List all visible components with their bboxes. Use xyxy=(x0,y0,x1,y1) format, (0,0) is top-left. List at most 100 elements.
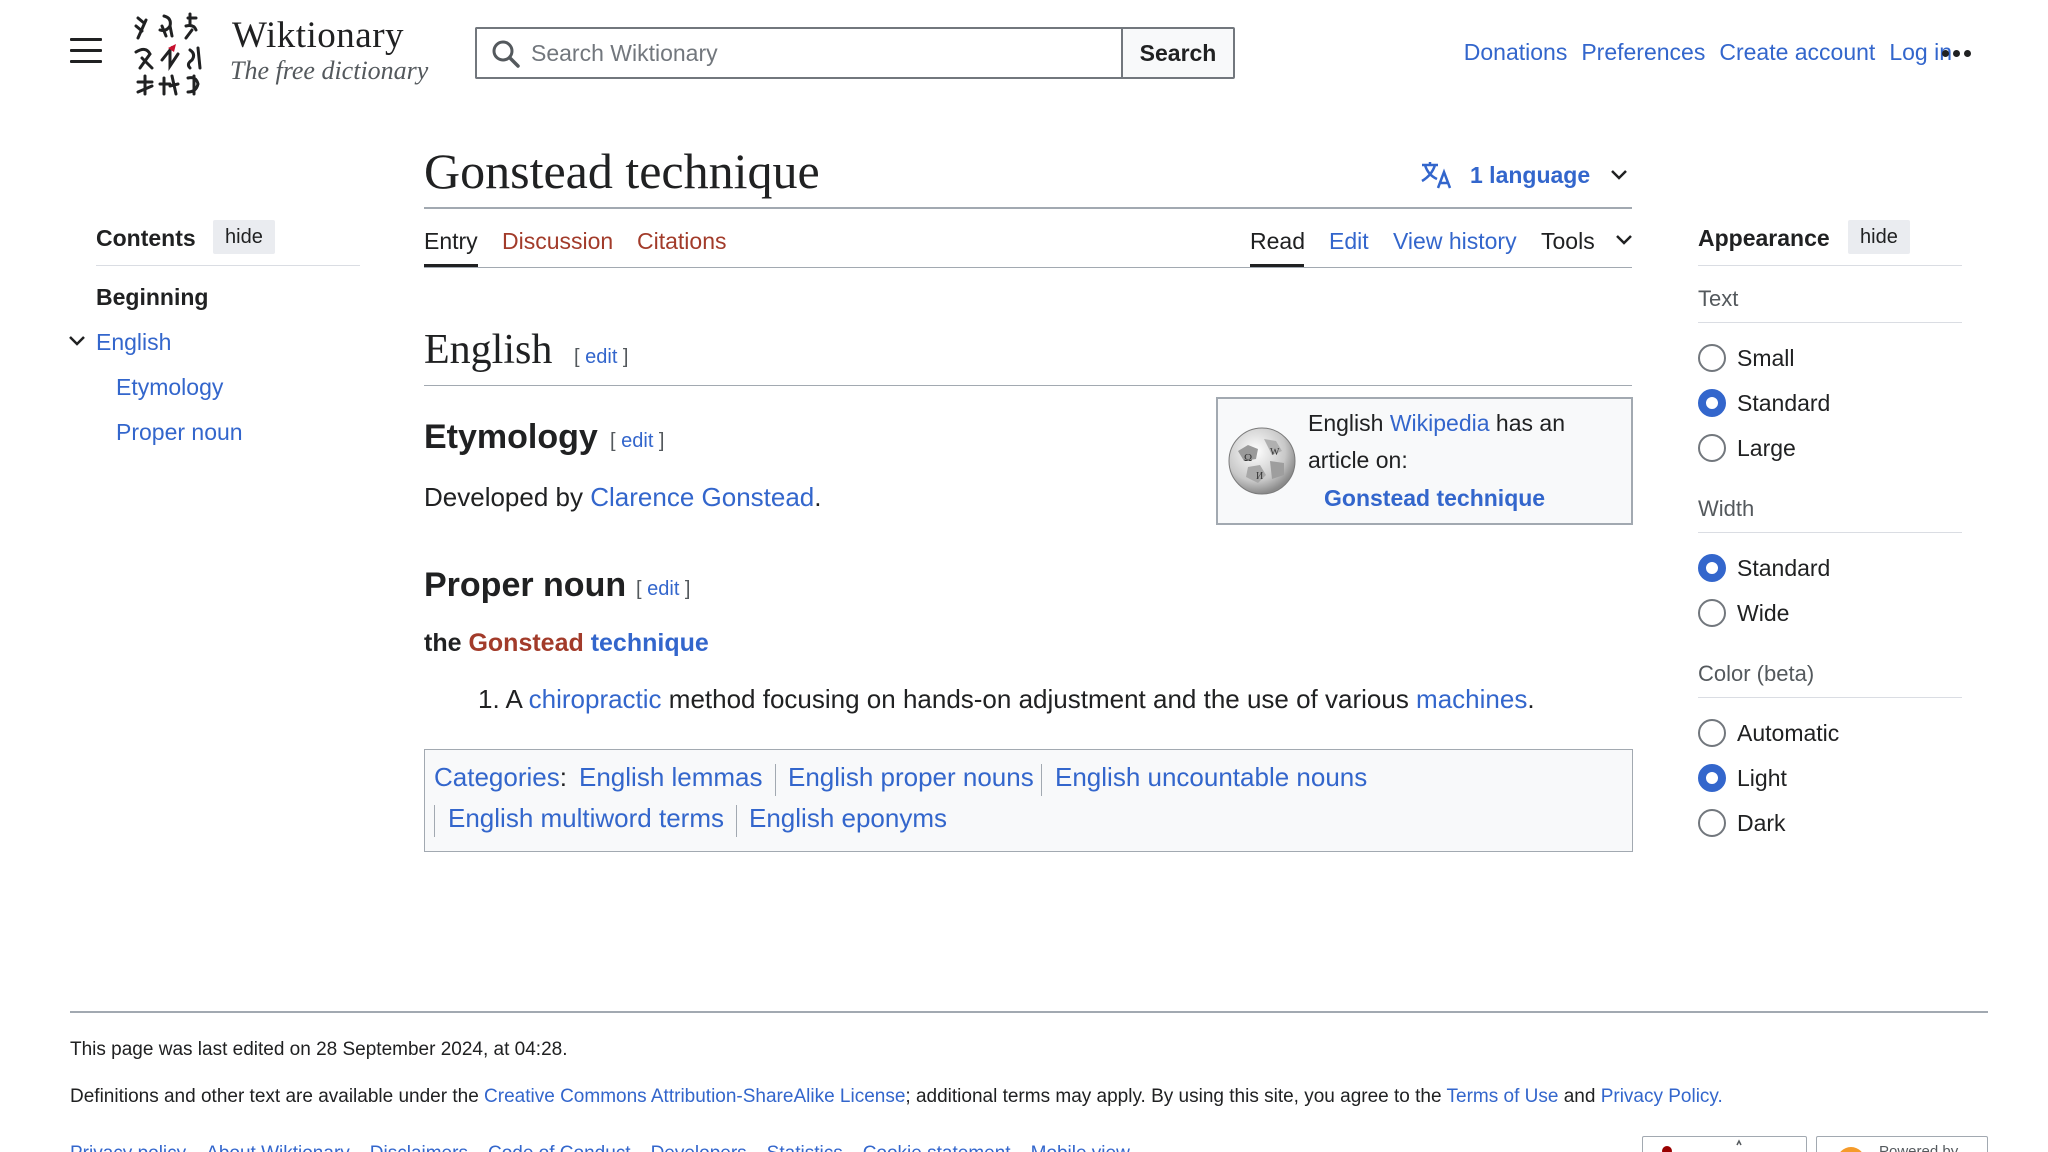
footer-link-mobile-view[interactable]: Mobile view xyxy=(1031,1143,1130,1152)
heading-etymology: Etymology xyxy=(424,418,598,456)
tab-tools[interactable]: Tools xyxy=(1541,228,1595,255)
appearance-title: Appearance xyxy=(1698,225,1830,251)
main-menu-icon[interactable] xyxy=(70,38,102,64)
wikimedia-logo-icon xyxy=(1662,1139,1742,1152)
last-edited-text: This page was last edited on 28 Septembe… xyxy=(70,1039,568,1060)
categories-label-link[interactable]: Categories xyxy=(434,762,560,792)
tab-entry[interactable]: Entry xyxy=(424,228,478,255)
category-separator xyxy=(775,764,776,796)
tab-citations[interactable]: Citations xyxy=(637,228,726,255)
language-count: 1 language xyxy=(1470,161,1591,188)
toc-item-proper-noun[interactable]: Proper noun xyxy=(116,419,243,446)
radio-text-standard[interactable]: Standard xyxy=(1698,389,1830,417)
privacy-policy-link[interactable]: Privacy Policy. xyxy=(1601,1086,1723,1107)
wikipedia-globe-icon: Ω W И xyxy=(1228,427,1296,495)
translate-icon xyxy=(1421,162,1452,189)
footer-link-about[interactable]: About Wiktionary xyxy=(206,1143,350,1152)
logo-title[interactable]: Wiktionary xyxy=(232,14,404,57)
heading-proper-noun: Proper noun xyxy=(424,566,627,604)
edit-section-etymology: [ edit ] xyxy=(610,430,665,452)
edit-section-english: [ edit ] xyxy=(574,346,629,368)
category-separator xyxy=(434,805,435,837)
edit-english-link[interactable]: edit xyxy=(585,346,617,368)
table-of-contents: Contents hide Beginning English Etymolog… xyxy=(69,218,360,445)
wikimedia-badge[interactable] xyxy=(1642,1136,1807,1152)
category-english-multiword-terms[interactable]: English multiword terms xyxy=(448,803,724,834)
width-divider xyxy=(1698,532,1962,533)
clarence-gonstead-link[interactable]: Clarence Gonstead xyxy=(590,482,814,512)
radio-color-dark[interactable]: Dark xyxy=(1698,809,1786,837)
powered-by-text: Powered by xyxy=(1879,1143,1959,1152)
logo-subtitle: The free dictionary xyxy=(230,56,429,85)
footer-link-cookie-statement[interactable]: Cookie statement xyxy=(863,1143,1011,1152)
heading-english: English xyxy=(424,327,553,373)
mediawiki-badge[interactable]: Powered by xyxy=(1816,1136,1988,1152)
category-separator xyxy=(736,805,737,837)
svg-text:Ω: Ω xyxy=(1244,452,1252,464)
toc-hide-button[interactable]: hide xyxy=(213,220,275,254)
wikipedia-article-link[interactable]: Gonstead technique xyxy=(1324,485,1545,512)
gonstead-redlink[interactable]: Gonstead xyxy=(468,629,583,657)
license-text: Definitions and other text are available… xyxy=(70,1086,1723,1107)
footer-link-code-of-conduct[interactable]: Code of Conduct xyxy=(488,1143,631,1152)
donations-link[interactable]: Donations xyxy=(1464,39,1568,66)
etymology-text: Developed by Clarence Gonstead. xyxy=(424,482,822,512)
appearance-header: Appearance hide xyxy=(1698,218,1962,266)
tab-edit[interactable]: Edit xyxy=(1329,228,1369,255)
more-options-icon[interactable] xyxy=(1942,44,1978,58)
wikipedia-link[interactable]: Wikipedia xyxy=(1390,410,1490,436)
category-english-eponyms[interactable]: English eponyms xyxy=(749,803,947,834)
wiktionary-logo-icon[interactable] xyxy=(132,12,216,96)
search-icon xyxy=(492,40,520,68)
search-input[interactable] xyxy=(531,29,1111,77)
categories-label-wrap: Categories: xyxy=(434,762,567,792)
footer-link-statistics[interactable]: Statistics xyxy=(767,1143,843,1152)
radio-text-small[interactable]: Small xyxy=(1698,344,1795,372)
wikipedia-box: Ω W И English Wikipedia has an article o… xyxy=(1216,397,1633,525)
toc-item-english[interactable]: English xyxy=(96,329,171,356)
footer-link-developers[interactable]: Developers xyxy=(651,1143,747,1152)
radio-color-automatic[interactable]: Automatic xyxy=(1698,719,1839,747)
tab-read[interactable]: Read xyxy=(1250,228,1305,255)
english-heading-divider xyxy=(424,385,1632,386)
chevron-down-icon xyxy=(1611,170,1628,180)
tools-chevron-down-icon[interactable] xyxy=(1615,234,1633,246)
user-links: Donations Preferences Create account Log… xyxy=(1464,39,1952,66)
radio-width-wide[interactable]: Wide xyxy=(1698,599,1789,627)
toc-header: Contents hide xyxy=(96,218,360,266)
tab-discussion[interactable]: Discussion xyxy=(502,228,613,255)
edit-proper-noun-link[interactable]: edit xyxy=(647,578,679,600)
appearance-hide-button[interactable]: hide xyxy=(1848,220,1910,254)
mediawiki-sunflower-icon xyxy=(1840,1147,1862,1152)
category-english-lemmas[interactable]: English lemmas xyxy=(579,762,763,793)
chiropractic-link[interactable]: chiropractic xyxy=(529,684,662,714)
language-selector[interactable]: 1 language xyxy=(1420,160,1628,190)
category-english-uncountable-nouns[interactable]: English uncountable nouns xyxy=(1055,762,1367,793)
category-english-proper-nouns[interactable]: English proper nouns xyxy=(788,762,1034,793)
tabs-divider xyxy=(424,267,1632,268)
machines-link[interactable]: machines xyxy=(1416,684,1527,714)
headword-line: the Gonstead technique xyxy=(424,629,709,657)
technique-link[interactable]: technique xyxy=(591,629,709,657)
footer-link-disclaimers[interactable]: Disclaimers xyxy=(370,1143,468,1152)
preferences-link[interactable]: Preferences xyxy=(1581,39,1705,66)
radio-color-light[interactable]: Light xyxy=(1698,764,1787,792)
toc-item-beginning[interactable]: Beginning xyxy=(96,284,208,311)
toc-collapse-chevron-icon[interactable] xyxy=(68,334,86,348)
site-header: Wiktionary The free dictionary Search Do… xyxy=(0,0,2048,110)
radio-width-standard[interactable]: Standard xyxy=(1698,554,1830,582)
terms-of-use-link[interactable]: Terms of Use xyxy=(1447,1086,1559,1107)
search-button[interactable]: Search xyxy=(1121,27,1235,79)
create-account-link[interactable]: Create account xyxy=(1719,39,1875,66)
edit-etymology-link[interactable]: edit xyxy=(621,430,653,452)
width-label: Width xyxy=(1698,496,1755,521)
radio-text-large[interactable]: Large xyxy=(1698,434,1796,462)
wikipedia-box-text: English Wikipedia has an article on: xyxy=(1308,410,1565,473)
appearance-panel: Appearance hide Text Small Standard Larg… xyxy=(1698,218,1962,837)
tab-view-history[interactable]: View history xyxy=(1393,228,1517,255)
text-size-divider xyxy=(1698,322,1962,323)
footer-link-privacy-policy[interactable]: Privacy policy xyxy=(70,1143,186,1152)
svg-text:И: И xyxy=(1256,471,1263,482)
toc-item-etymology[interactable]: Etymology xyxy=(116,374,223,401)
cc-license-link[interactable]: Creative Commons Attribution-ShareAlike … xyxy=(484,1086,905,1107)
